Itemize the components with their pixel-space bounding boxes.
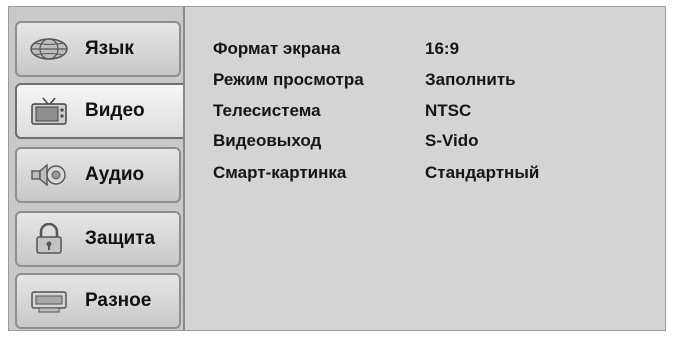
tab-security-label: Защита xyxy=(85,228,156,249)
tab-misc[interactable]: Разное xyxy=(15,273,181,329)
setting-value: S-Vido xyxy=(425,131,479,150)
tab-security[interactable]: Защита xyxy=(15,211,181,267)
menu-sidebar: Язык Видео Аудио Защита Разное xyxy=(9,7,191,330)
setting-value: Заполнить xyxy=(425,70,516,89)
setting-value: Стандартный xyxy=(425,163,540,182)
globe-icon xyxy=(27,34,71,64)
tab-video-label: Видео xyxy=(85,100,145,121)
lock-icon xyxy=(27,223,71,254)
tab-misc-label: Разное xyxy=(85,290,152,311)
video-settings-panel: Формат экрана 16:9 Режим просмотра Запол… xyxy=(183,7,665,330)
setting-value: NTSC xyxy=(425,101,472,120)
tab-audio[interactable]: Аудио xyxy=(15,147,181,203)
setting-name: Режим просмотра xyxy=(213,70,364,89)
tab-video[interactable]: Видео xyxy=(15,83,191,139)
setting-value: 16:9 xyxy=(425,39,460,58)
tab-language-label: Язык xyxy=(85,38,134,59)
misc-display-icon xyxy=(27,286,71,316)
tab-language[interactable]: Язык xyxy=(15,21,181,77)
tab-audio-label: Аудио xyxy=(85,164,145,185)
setting-name: Телесистема xyxy=(213,101,321,120)
setting-name: Формат экрана xyxy=(213,39,341,58)
settings-screen: Язык Видео Аудио Защита Разное Формат эк… xyxy=(8,6,666,331)
setting-name: Видеовыход xyxy=(213,131,322,150)
speaker-icon xyxy=(27,160,71,190)
setting-name: Смарт-картинка xyxy=(213,163,347,182)
tv-icon xyxy=(27,96,71,126)
